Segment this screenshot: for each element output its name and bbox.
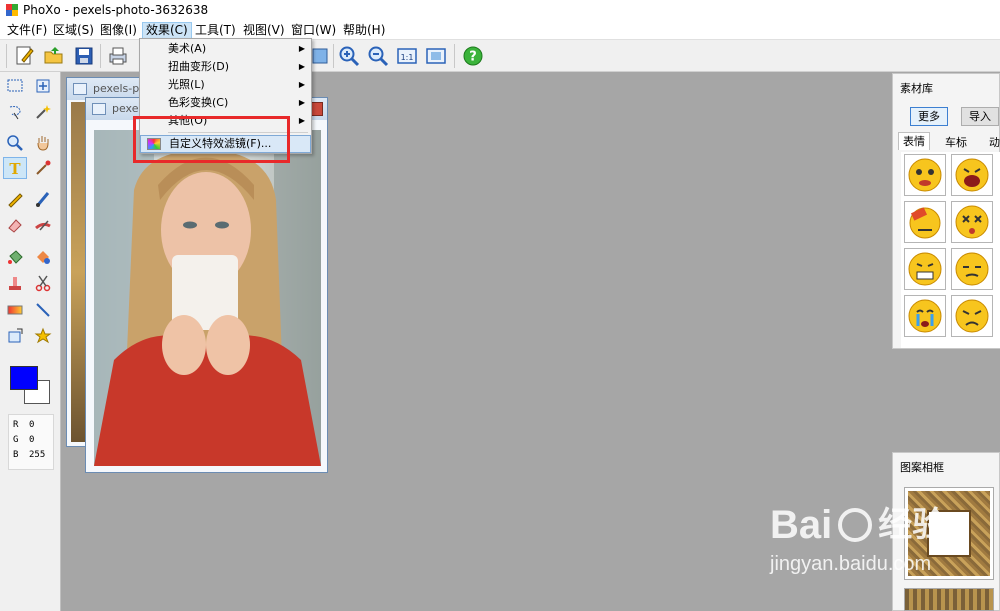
submenu-arrow-icon: ▶ bbox=[298, 44, 305, 53]
channel-value: 0 bbox=[29, 435, 35, 445]
menu-file[interactable]: 文件(F) bbox=[4, 22, 50, 39]
fill-bucket-icon[interactable] bbox=[3, 246, 27, 268]
panel-title: 图案相框 bbox=[900, 461, 944, 474]
effects-menu-art[interactable]: 美术(A) ▶ bbox=[140, 40, 311, 58]
menu-item-label: 美术(A) bbox=[168, 42, 207, 55]
watermark-brand-cn: 经验 bbox=[878, 506, 947, 544]
actual-size-icon[interactable]: 1:1 bbox=[395, 44, 419, 68]
document-icon bbox=[73, 83, 87, 95]
effects-menu-distort[interactable]: 扭曲变形(D) ▶ bbox=[140, 58, 311, 76]
color-replace-icon[interactable] bbox=[31, 246, 55, 268]
effects-menu-color-transform[interactable]: 色彩变换(C) ▶ bbox=[140, 94, 311, 112]
paw-icon bbox=[838, 508, 873, 542]
frame-thumbnail[interactable] bbox=[904, 588, 994, 611]
submenu-arrow-icon: ▶ bbox=[298, 80, 305, 89]
photo-image bbox=[94, 130, 321, 466]
tab-animals[interactable]: 动 bbox=[985, 134, 1000, 152]
stamp-icon[interactable] bbox=[3, 272, 27, 294]
svg-text:T: T bbox=[9, 160, 21, 177]
window-title: PhoXo - pexels-photo-3632638 bbox=[23, 3, 209, 17]
panel-title: 素材库 bbox=[900, 82, 933, 95]
zoom-in-icon[interactable] bbox=[337, 44, 361, 68]
submenu-arrow-icon: ▶ bbox=[298, 116, 305, 125]
toolbar-separator bbox=[6, 44, 7, 68]
menu-select[interactable]: 区域(S) bbox=[50, 22, 97, 39]
menu-item-label: 色彩变换(C) bbox=[168, 96, 229, 109]
baidu-jingyan-watermark: Bai 经验 jingyan.baidu.com bbox=[770, 503, 946, 576]
zoom-out-icon[interactable] bbox=[366, 44, 390, 68]
highlight-annotation-box bbox=[133, 116, 290, 163]
fit-screen-icon[interactable] bbox=[424, 44, 448, 68]
menu-effects[interactable]: 效果(C) bbox=[142, 22, 192, 39]
effects-menu-lighting[interactable]: 光照(L) ▶ bbox=[140, 76, 311, 94]
zoom-tool-icon[interactable] bbox=[3, 132, 27, 154]
transform-icon[interactable] bbox=[3, 325, 27, 347]
svg-text:?: ? bbox=[469, 50, 477, 65]
emoticon-item[interactable] bbox=[904, 295, 946, 337]
lasso-icon[interactable] bbox=[3, 101, 27, 123]
emoticon-item[interactable] bbox=[951, 154, 993, 196]
title-bar: PhoXo - pexels-photo-3632638 bbox=[0, 0, 1000, 21]
document-canvas[interactable] bbox=[94, 130, 321, 466]
help-icon[interactable]: ? bbox=[461, 44, 485, 68]
open-folder-icon[interactable] bbox=[42, 44, 66, 68]
channel-label: B bbox=[13, 450, 19, 460]
toolbar-separator bbox=[333, 44, 334, 68]
shape-star-icon[interactable] bbox=[31, 325, 55, 347]
hand-icon[interactable] bbox=[31, 132, 55, 154]
save-icon[interactable] bbox=[72, 44, 96, 68]
channel-value: 255 bbox=[29, 450, 46, 460]
emoticon-item[interactable] bbox=[904, 154, 946, 196]
channel-label: G bbox=[13, 435, 19, 445]
watermark-url: jingyan.baidu.com bbox=[770, 553, 932, 575]
brush-icon[interactable] bbox=[31, 188, 55, 210]
emoticon-grid bbox=[901, 152, 1000, 348]
menu-image[interactable]: 图像(I) bbox=[97, 22, 140, 39]
pencil-icon[interactable] bbox=[3, 188, 27, 210]
tab-car-logos[interactable]: 车标 bbox=[941, 134, 971, 152]
more-button[interactable]: 更多 bbox=[910, 107, 948, 126]
emoticon-item[interactable] bbox=[904, 248, 946, 290]
document-icon bbox=[92, 103, 106, 115]
tab-emoticons[interactable]: 表情 bbox=[898, 132, 930, 150]
line-tool-icon[interactable] bbox=[31, 299, 55, 321]
document-title: pexel bbox=[112, 102, 142, 115]
text-tool-icon[interactable]: T bbox=[3, 157, 27, 179]
rect-select-icon[interactable] bbox=[3, 75, 27, 97]
phoxo-logo-icon bbox=[6, 4, 18, 16]
scissors-icon[interactable] bbox=[31, 272, 55, 294]
foreground-color-swatch[interactable] bbox=[10, 366, 38, 390]
gradient-icon[interactable] bbox=[3, 299, 27, 321]
channel-label: R bbox=[13, 420, 19, 430]
color-selector[interactable] bbox=[8, 366, 54, 408]
toolbar-separator bbox=[454, 44, 455, 68]
emoticon-item[interactable] bbox=[951, 201, 993, 243]
print-icon[interactable] bbox=[106, 44, 130, 68]
watermark-brand: Bai bbox=[770, 503, 833, 547]
emoticon-item[interactable] bbox=[951, 295, 993, 337]
move-icon[interactable] bbox=[31, 75, 55, 97]
import-button[interactable]: 导入 bbox=[961, 107, 999, 126]
eyedropper-icon[interactable] bbox=[31, 157, 55, 179]
menu-help[interactable]: 帮助(H) bbox=[340, 22, 388, 39]
emoticon-item[interactable] bbox=[904, 201, 946, 243]
pixel-color-readout: R0 G0 B 255 bbox=[8, 414, 54, 470]
menu-window[interactable]: 窗口(W) bbox=[288, 22, 339, 39]
eraser-icon[interactable] bbox=[3, 214, 27, 236]
menu-view[interactable]: 视图(V) bbox=[240, 22, 288, 39]
menu-tools[interactable]: 工具(T) bbox=[192, 22, 239, 39]
submenu-arrow-icon: ▶ bbox=[298, 98, 305, 107]
svg-text:1:1: 1:1 bbox=[401, 53, 414, 62]
channel-value: 0 bbox=[29, 420, 35, 430]
smudge-icon[interactable] bbox=[31, 214, 55, 236]
toolbar-separator bbox=[100, 44, 101, 68]
menu-item-label: 光照(L) bbox=[168, 78, 205, 91]
submenu-arrow-icon: ▶ bbox=[298, 62, 305, 71]
new-file-icon[interactable] bbox=[12, 44, 36, 68]
magic-wand-icon[interactable] bbox=[31, 101, 55, 123]
menu-item-label: 扭曲变形(D) bbox=[168, 60, 230, 73]
emoticon-item[interactable] bbox=[951, 248, 993, 290]
tool-palette: T R0 G0 B 255 bbox=[0, 72, 61, 611]
